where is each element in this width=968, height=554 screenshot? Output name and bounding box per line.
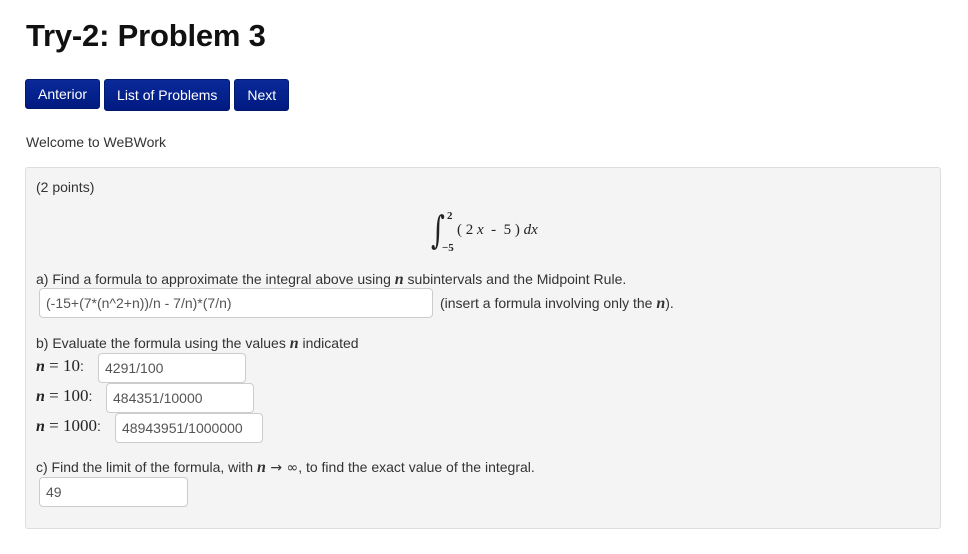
math-variable-n: n	[36, 358, 45, 375]
next-problem-button[interactable]: Next	[234, 79, 290, 111]
math-variable-n: n	[256, 459, 266, 476]
n-value: 1000	[63, 416, 97, 435]
n-value: 100	[63, 386, 89, 405]
n-equals-10-label: n = 10:	[36, 356, 84, 376]
n-equals-1000-label: n = 1000:	[36, 416, 101, 436]
integral-expression: ∫ 2 −5 ( 2 x - 5 ) dx	[426, 208, 566, 258]
part-a-hint: (insert a formula involving only the n).	[440, 295, 674, 313]
integrand: ( 2 x - 5 ) dx	[457, 222, 538, 239]
n-value: 10	[63, 356, 80, 375]
page-title: Try-2: Problem 3	[26, 18, 266, 53]
part-c-text-end: , to find the exact value of the integra…	[298, 459, 535, 475]
part-c-text: c) Find the limit of the formula, with	[36, 459, 257, 475]
problem-panel: (2 points) ∫ 2 −5 ( 2 x - 5 ) dx a) Find…	[25, 167, 941, 529]
differential: dx	[523, 222, 538, 238]
integral-upper-limit: 2	[447, 210, 453, 222]
part-b-text-end: indicated	[298, 335, 359, 351]
integrand-open: ( 2	[457, 222, 477, 238]
part-a-prompt: a) Find a formula to approximate the int…	[36, 271, 626, 289]
hint-text: (insert a formula involving only the	[440, 295, 657, 311]
points-label: (2 points)	[36, 179, 95, 195]
infinity-icon: ∞	[286, 460, 299, 476]
welcome-message: Welcome to WeBWork	[26, 134, 167, 150]
n-10-answer-input[interactable]	[98, 353, 246, 383]
equals-sign: =	[44, 356, 63, 375]
part-b-text: b) Evaluate the formula using the values	[36, 335, 290, 351]
math-variable-n: n	[36, 418, 45, 435]
integral-lower-limit: −5	[442, 242, 454, 254]
list-of-problems-button[interactable]: List of Problems	[104, 79, 231, 111]
math-variable-n: n	[394, 271, 404, 288]
colon: :	[88, 388, 93, 404]
equals-sign: =	[44, 386, 63, 405]
n-equals-100-label: n = 100:	[36, 386, 92, 406]
math-variable-n: n	[656, 295, 666, 312]
integrand-variable: x	[477, 222, 484, 238]
right-arrow-icon: →	[265, 460, 287, 476]
part-c-answer-input[interactable]	[39, 477, 188, 507]
n-1000-answer-input[interactable]	[115, 413, 263, 443]
part-a-text-end: subintervals and the Midpoint Rule.	[403, 271, 627, 287]
part-b-prompt: b) Evaluate the formula using the values…	[36, 335, 359, 353]
problem-nav: Anterior List of Problems Next	[25, 79, 290, 111]
math-variable-n: n	[36, 388, 45, 405]
previous-problem-button[interactable]: Anterior	[25, 79, 101, 109]
colon: :	[97, 418, 101, 434]
integrand-rest: - 5 )	[483, 222, 524, 238]
part-a-text: a) Find a formula to approximate the int…	[36, 271, 395, 287]
part-c-prompt: c) Find the limit of the formula, with n…	[36, 459, 535, 477]
part-a-answer-input[interactable]	[39, 288, 433, 318]
math-variable-n: n	[289, 335, 299, 352]
n-100-answer-input[interactable]	[106, 383, 254, 413]
equals-sign: =	[44, 416, 63, 435]
hint-text-end: ).	[665, 295, 674, 311]
colon: :	[80, 358, 84, 374]
